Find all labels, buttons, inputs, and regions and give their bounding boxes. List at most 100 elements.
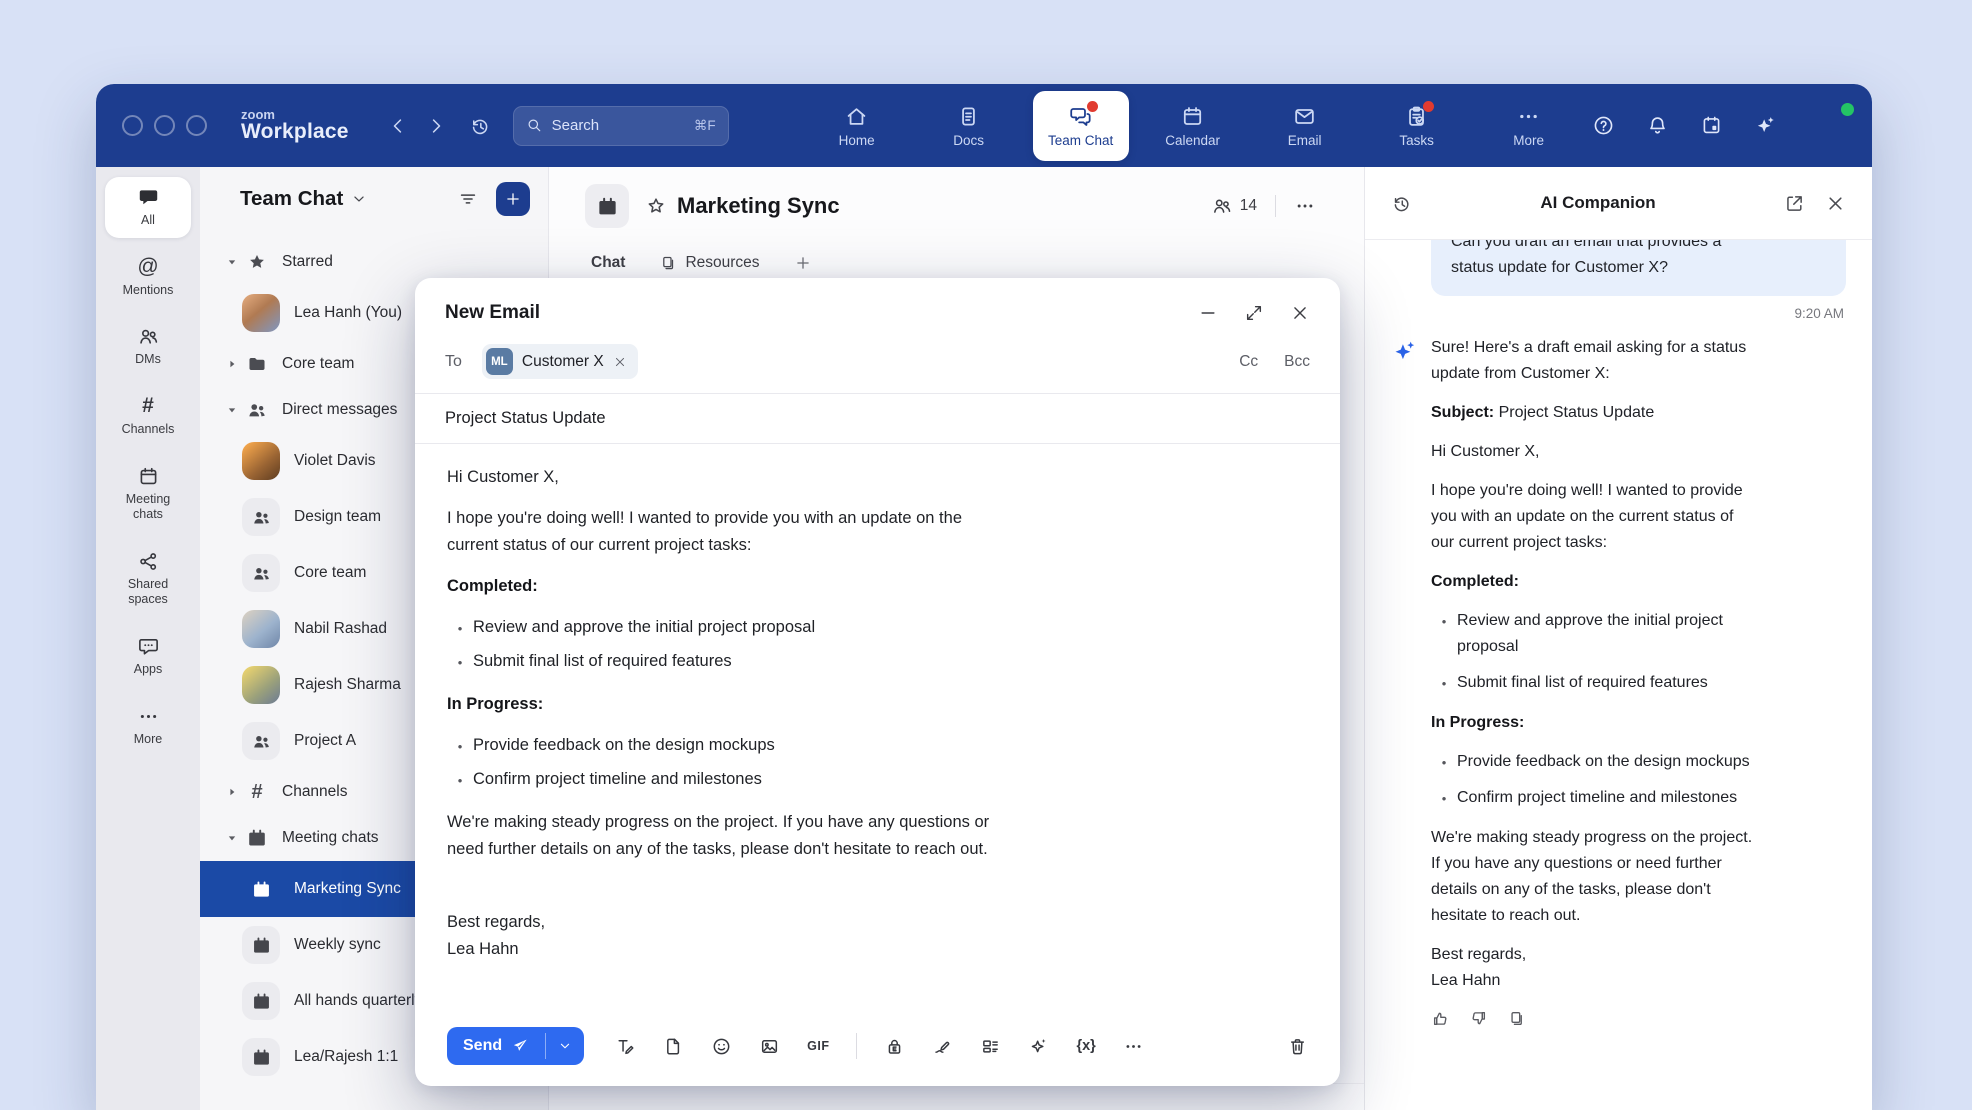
template-icon[interactable] bbox=[980, 1036, 1001, 1057]
reply-closing: We're making steady progress on the proj… bbox=[1431, 825, 1835, 929]
variables-icon[interactable]: {x} bbox=[1076, 1038, 1095, 1054]
thumbs-down-icon[interactable] bbox=[1469, 1009, 1488, 1028]
tab-docs[interactable]: Docs bbox=[921, 91, 1017, 161]
forward-icon[interactable] bbox=[425, 115, 447, 137]
members-icon[interactable] bbox=[1211, 195, 1233, 217]
tab-team-chat[interactable]: Team Chat bbox=[1033, 91, 1129, 161]
remove-recipient-icon[interactable] bbox=[613, 355, 627, 369]
to-field[interactable]: To ML Customer X Cc Bcc bbox=[415, 338, 1340, 394]
subject-field[interactable]: Project Status Update bbox=[415, 394, 1340, 444]
reply-in-progress-label: In Progress: bbox=[1431, 710, 1835, 736]
caret-down-icon bbox=[224, 830, 240, 846]
history-icon[interactable] bbox=[1391, 193, 1412, 214]
favorite-star-icon[interactable] bbox=[645, 195, 667, 217]
list-item: Submit final list of required features bbox=[447, 648, 1308, 675]
encryption-icon[interactable] bbox=[884, 1036, 905, 1057]
bcc-button[interactable]: Bcc bbox=[1284, 353, 1310, 371]
user-prompt-bubble: Can you draft an email that provides a s… bbox=[1431, 240, 1846, 296]
tab-email[interactable]: Email bbox=[1257, 91, 1353, 161]
message-timestamp: 9:20 AM bbox=[1393, 306, 1844, 321]
new-chat-button[interactable] bbox=[496, 182, 530, 216]
notifications-icon[interactable] bbox=[1646, 114, 1669, 137]
people-icon bbox=[251, 563, 272, 584]
close-icon[interactable] bbox=[1290, 303, 1310, 323]
window-minimize-button[interactable] bbox=[154, 115, 175, 136]
open-in-new-icon[interactable] bbox=[1784, 193, 1805, 214]
rail-item-mentions[interactable]: @ Mentions bbox=[105, 247, 191, 308]
chevron-down-icon bbox=[557, 1038, 573, 1054]
insert-image-icon[interactable] bbox=[759, 1036, 780, 1057]
emoji-icon[interactable] bbox=[711, 1036, 732, 1057]
tab-more[interactable]: More bbox=[1481, 91, 1577, 161]
ai-sparkle-icon bbox=[1391, 338, 1418, 365]
gif-icon[interactable]: GIF bbox=[807, 1039, 829, 1053]
cc-button[interactable]: Cc bbox=[1239, 353, 1258, 371]
email-body-editor[interactable]: Hi Customer X, I hope you're doing well!… bbox=[415, 444, 1340, 1006]
calendar-date-icon[interactable] bbox=[1700, 114, 1723, 137]
tab-resources[interactable]: Resources bbox=[659, 254, 759, 272]
chat-title: Marketing Sync bbox=[677, 193, 840, 219]
list-item: Review and approve the initial project p… bbox=[447, 614, 1308, 641]
reply-intro: Sure! Here's a draft email asking for a … bbox=[1431, 335, 1835, 387]
chevron-down-icon[interactable] bbox=[350, 190, 368, 208]
minimize-icon[interactable] bbox=[1198, 303, 1218, 323]
calendar-icon bbox=[251, 935, 272, 956]
send-button[interactable]: Send bbox=[447, 1027, 584, 1065]
tab-home[interactable]: Home bbox=[809, 91, 905, 161]
help-icon[interactable] bbox=[1592, 114, 1615, 137]
ai-feedback-row bbox=[1431, 1009, 1835, 1028]
copy-icon[interactable] bbox=[1507, 1009, 1526, 1028]
chat-input-area[interactable] bbox=[549, 1083, 1364, 1110]
rail-item-meeting-chats[interactable]: Meeting chats bbox=[105, 456, 191, 532]
close-icon[interactable] bbox=[1825, 193, 1846, 214]
thumbs-up-icon[interactable] bbox=[1431, 1009, 1450, 1028]
back-icon[interactable] bbox=[387, 115, 409, 137]
rail-item-channels[interactable]: # Channels bbox=[105, 386, 191, 447]
email-completed-label: Completed: bbox=[447, 573, 1308, 600]
calendar-icon bbox=[246, 827, 268, 849]
meeting-avatar bbox=[242, 926, 280, 964]
home-icon bbox=[844, 104, 869, 129]
calendar-icon bbox=[251, 1047, 272, 1068]
toolbar-more-icon[interactable] bbox=[1123, 1036, 1144, 1057]
presence-available-dot bbox=[1839, 101, 1856, 118]
text-format-icon[interactable] bbox=[615, 1036, 636, 1057]
docs-icon bbox=[956, 104, 981, 129]
rail-item-shared-spaces[interactable]: Shared spaces bbox=[105, 541, 191, 617]
tab-chat[interactable]: Chat bbox=[591, 254, 625, 272]
member-count[interactable]: 14 bbox=[1240, 197, 1257, 215]
reply-greeting: Hi Customer X, bbox=[1431, 439, 1835, 465]
search-icon bbox=[526, 117, 543, 134]
tab-calendar[interactable]: Calendar bbox=[1145, 91, 1241, 161]
rail-item-all[interactable]: All bbox=[105, 177, 191, 238]
rail-item-dms[interactable]: DMs bbox=[105, 316, 191, 377]
delete-draft-icon[interactable] bbox=[1287, 1036, 1308, 1057]
signature-icon[interactable] bbox=[932, 1036, 953, 1057]
profile-avatar[interactable] bbox=[1808, 104, 1852, 148]
tasks-badge bbox=[1423, 101, 1434, 112]
ai-compose-icon[interactable] bbox=[1028, 1036, 1049, 1057]
chat-more-icon[interactable] bbox=[1294, 195, 1316, 217]
ai-companion-icon[interactable] bbox=[1754, 114, 1777, 137]
window-zoom-button[interactable] bbox=[186, 115, 207, 136]
recipient-chip[interactable]: ML Customer X bbox=[482, 344, 638, 379]
filter-icon[interactable] bbox=[457, 188, 479, 210]
topbar-right bbox=[1592, 104, 1852, 148]
window-close-button[interactable] bbox=[122, 115, 143, 136]
avatar bbox=[242, 666, 280, 704]
search-placeholder: Search bbox=[552, 117, 685, 134]
attach-file-icon[interactable] bbox=[663, 1036, 684, 1057]
tab-tasks[interactable]: Tasks bbox=[1369, 91, 1465, 161]
expand-icon[interactable] bbox=[1244, 303, 1264, 323]
calendar-icon bbox=[251, 991, 272, 1012]
people-icon bbox=[246, 399, 268, 421]
send-options-button[interactable] bbox=[546, 1027, 584, 1065]
resources-icon bbox=[659, 254, 677, 272]
search-input[interactable]: Search ⌘F bbox=[513, 106, 729, 146]
rail-item-more[interactable]: More bbox=[105, 696, 191, 757]
history-icon[interactable] bbox=[469, 115, 491, 137]
rail-item-apps[interactable]: Apps bbox=[105, 626, 191, 687]
to-label: To bbox=[445, 353, 462, 371]
add-tab-icon[interactable] bbox=[794, 254, 812, 272]
window-controls[interactable] bbox=[122, 115, 207, 136]
